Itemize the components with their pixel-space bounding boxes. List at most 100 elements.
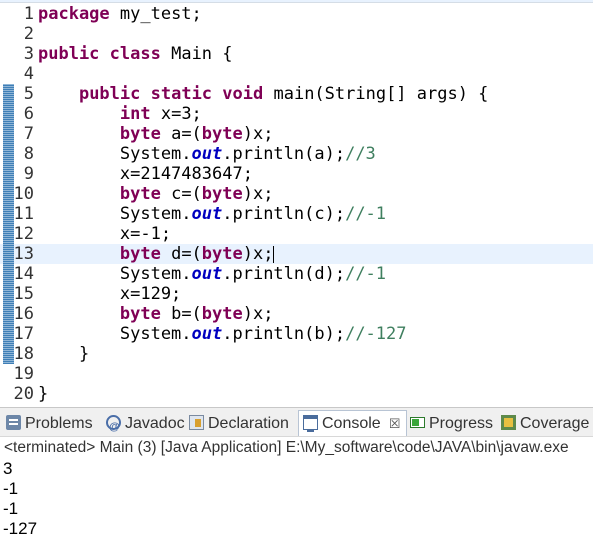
comment-token: //-127 [345, 324, 407, 344]
code-line[interactable]: 12 x=-1; [0, 224, 593, 244]
console-output-line: 3 [3, 459, 13, 478]
code-text: System.out.println(c);//-1 [38, 204, 386, 224]
console-output[interactable]: 3 -1 -1 -127 [0, 459, 593, 553]
code-text: public static void main(String[] args) { [38, 84, 488, 104]
code-line[interactable]: 6 int x=3; [0, 104, 593, 124]
code-line[interactable]: 3 public class Main { [0, 44, 593, 64]
line-number: 19 [13, 364, 34, 384]
code-line[interactable]: 13 byte d=(byte)x; [0, 244, 593, 264]
code-line[interactable]: 16 byte b=(byte)x; [0, 304, 593, 324]
declaration-icon [189, 415, 204, 430]
code-text: } [38, 384, 48, 404]
code-text: } [38, 344, 89, 364]
code-line[interactable]: 14 System.out.println(d);//-1 [0, 264, 593, 284]
code-token: a=( [160, 124, 202, 144]
field-token: out [191, 264, 223, 284]
code-line[interactable]: 17 System.out.println(b);//-127 [0, 324, 593, 344]
keyword-token: package [38, 4, 110, 24]
line-number: 2 [23, 24, 34, 44]
code-token: )x; [242, 184, 274, 204]
code-token: main(String[] args) { [263, 84, 489, 104]
line-number: 3 [23, 44, 34, 64]
coverage-icon [501, 415, 516, 430]
field-token: out [191, 144, 223, 164]
line-number: 12 [13, 224, 34, 244]
code-token: Main { [160, 44, 233, 64]
code-line[interactable]: 4 [0, 64, 593, 84]
console-output-line: -127 [3, 519, 38, 538]
code-text: byte d=(byte)x; [38, 244, 275, 264]
code-line[interactable]: 19 [0, 364, 593, 384]
code-line[interactable]: 5 public static void main(String[] args)… [0, 84, 593, 104]
code-line[interactable]: 2 [0, 24, 593, 44]
code-line[interactable]: 20} [0, 384, 593, 404]
line-number: 1 [23, 4, 34, 24]
view-tab-bar: Problems Javadoc Declaration Console ☒ Pr… [0, 407, 593, 437]
keyword-token: byte [201, 244, 243, 264]
text-caret [273, 245, 275, 263]
tab-coverage-label: Coverage [520, 415, 590, 432]
console-output-line: -1 [3, 499, 19, 518]
code-token: b=( [160, 304, 202, 324]
editor-top-border [0, 0, 593, 3]
code-token: )x; [242, 124, 274, 144]
comment-token: //-1 [345, 204, 387, 224]
console-output-line: -1 [3, 479, 19, 498]
javadoc-icon [106, 414, 121, 436]
code-line[interactable]: 1 package my_test; [0, 4, 593, 24]
line-number: 11 [13, 204, 34, 224]
code-token: } [38, 344, 90, 364]
code-text: public class Main { [38, 44, 233, 64]
keyword-token: void [222, 84, 264, 104]
code-line[interactable]: 15 x=129; [0, 284, 593, 304]
tab-coverage[interactable]: Coverage [499, 411, 590, 436]
keyword-token: byte [201, 124, 243, 144]
console-status: <terminated> Main (3) [Java Application]… [0, 437, 593, 459]
tab-console[interactable]: Console ☒ [298, 410, 408, 436]
code-token: )x; [242, 244, 274, 264]
keyword-token: byte [119, 184, 161, 204]
code-editor[interactable]: 1 package my_test; 2 3 public class Main {4 5… [0, 0, 593, 407]
line-number: 10 [13, 184, 34, 204]
tab-declaration[interactable]: Declaration [187, 411, 289, 436]
code-line[interactable]: 11 System.out.println(c);//-1 [0, 204, 593, 224]
problems-icon [6, 415, 21, 430]
code-text: byte a=(byte)x; [38, 124, 274, 144]
line-number: 13 [13, 244, 34, 264]
keyword-token: byte [201, 304, 243, 324]
tab-javadoc[interactable]: Javadoc [104, 411, 185, 436]
keyword-token: byte [119, 304, 161, 324]
code-token: System. [38, 204, 192, 224]
line-number: 20 [13, 384, 34, 404]
code-token: d=( [160, 244, 202, 264]
tab-javadoc-label: Javadoc [125, 415, 185, 432]
progress-icon [410, 417, 425, 428]
tab-progress[interactable]: Progress [408, 411, 493, 436]
code-token: .println(a); [222, 144, 346, 164]
line-number: 17 [13, 324, 34, 344]
code-token: .println(c); [222, 204, 346, 224]
code-line[interactable]: 10 byte c=(byte)x; [0, 184, 593, 204]
line-number: 8 [23, 144, 34, 164]
code-token: x=129; [38, 284, 182, 304]
code-line[interactable]: 18 } [0, 344, 593, 364]
console-icon [303, 415, 318, 432]
field-token: out [191, 204, 223, 224]
code-line[interactable]: 7 byte a=(byte)x; [0, 124, 593, 144]
code-token: x=3; [150, 104, 202, 124]
code-line[interactable]: 9 x=2147483647; [0, 164, 593, 184]
code-line[interactable]: 8 System.out.println(a);//3 [0, 144, 593, 164]
line-number: 9 [23, 164, 34, 184]
code-text: package my_test; [38, 4, 202, 24]
keyword-token: class [109, 44, 161, 64]
keyword-token: public [38, 44, 100, 64]
line-number: 18 [13, 344, 34, 364]
close-icon[interactable]: ☒ [389, 411, 401, 436]
keyword-token: byte [201, 184, 243, 204]
code-token: .println(d); [222, 264, 346, 284]
tab-problems[interactable]: Problems [4, 411, 93, 436]
